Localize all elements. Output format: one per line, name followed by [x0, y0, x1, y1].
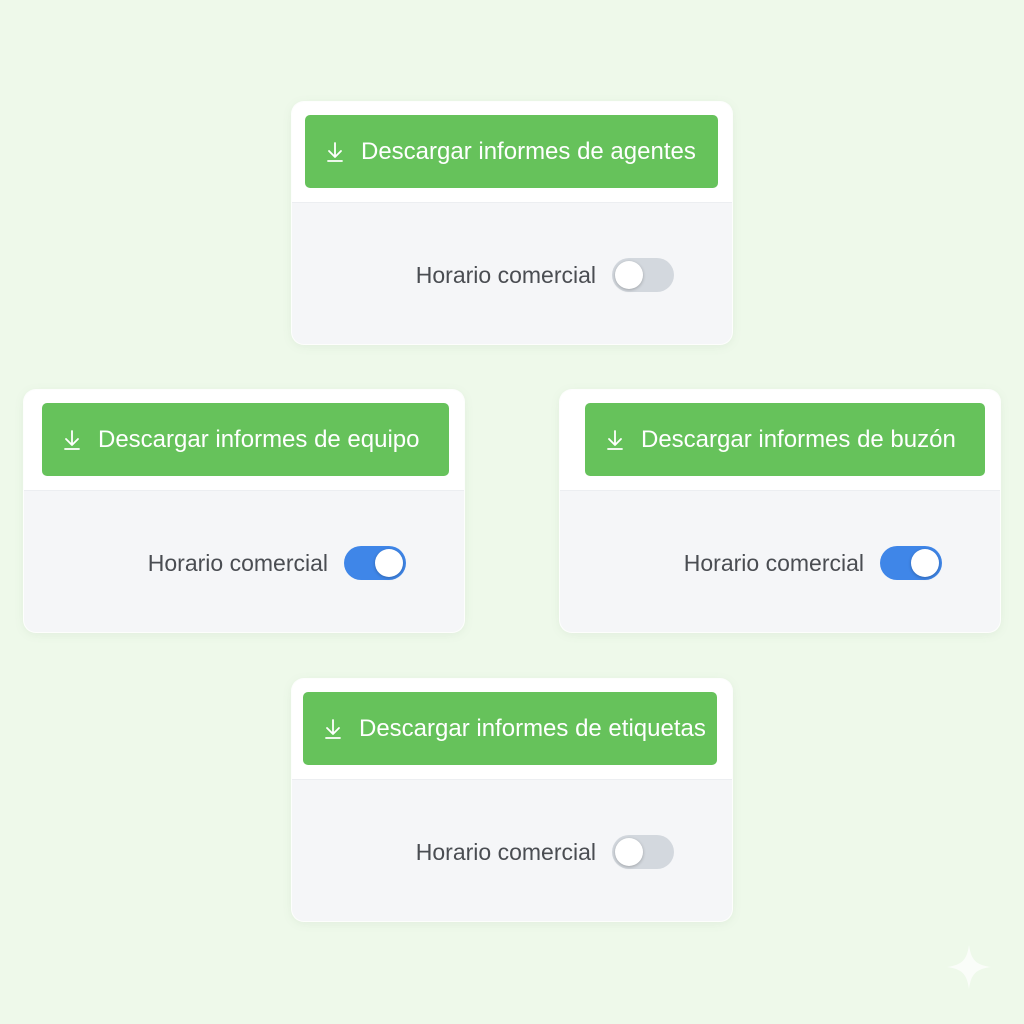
- team-report-card: Descargar informes de equipo Horario com…: [24, 390, 464, 632]
- download-button-label: Descargar informes de etiquetas: [359, 714, 706, 742]
- business-hours-row: Horario comercial: [148, 546, 406, 580]
- business-hours-label: Horario comercial: [147, 549, 328, 576]
- download-inbox-report-button[interactable]: Descargar informes de buzón: [585, 403, 985, 476]
- download-icon: [62, 428, 82, 452]
- report-downloads-canvas: Descargar informes de agentes Horario co…: [0, 0, 1024, 1024]
- business-hours-toggle[interactable]: [880, 546, 942, 580]
- business-hours-row: Horario comercial: [684, 546, 942, 580]
- business-hours-label: Horario comercial: [683, 549, 864, 576]
- card-header: Descargar informes de agentes: [292, 102, 732, 203]
- business-hours-label: Horario comercial: [415, 261, 596, 288]
- toggle-knob: [615, 838, 643, 866]
- download-icon: [605, 428, 625, 452]
- business-hours-label: Horario comercial: [415, 838, 596, 865]
- download-agents-report-button[interactable]: Descargar informes de agentes: [305, 115, 718, 188]
- card-header: Descargar informes de etiquetas: [292, 679, 732, 780]
- card-header: Descargar informes de buzón: [560, 390, 1000, 491]
- business-hours-row: Horario comercial: [416, 258, 674, 292]
- business-hours-toggle[interactable]: [344, 546, 406, 580]
- labels-report-card: Descargar informes de etiquetas Horario …: [292, 679, 732, 921]
- download-button-label: Descargar informes de buzón: [641, 425, 956, 453]
- sparkle-icon: [944, 942, 994, 992]
- business-hours-toggle[interactable]: [612, 258, 674, 292]
- download-team-report-button[interactable]: Descargar informes de equipo: [42, 403, 449, 476]
- card-header: Descargar informes de equipo: [24, 390, 464, 491]
- agents-report-card: Descargar informes de agentes Horario co…: [292, 102, 732, 344]
- business-hours-toggle[interactable]: [612, 835, 674, 869]
- download-labels-report-button[interactable]: Descargar informes de etiquetas: [303, 692, 717, 765]
- inbox-report-card: Descargar informes de buzón Horario come…: [560, 390, 1000, 632]
- download-button-label: Descargar informes de agentes: [361, 137, 696, 165]
- toggle-knob: [375, 549, 403, 577]
- toggle-knob: [911, 549, 939, 577]
- download-icon: [325, 140, 345, 164]
- download-icon: [323, 717, 343, 741]
- download-button-label: Descargar informes de equipo: [98, 425, 420, 453]
- business-hours-row: Horario comercial: [416, 835, 674, 869]
- toggle-knob: [615, 261, 643, 289]
